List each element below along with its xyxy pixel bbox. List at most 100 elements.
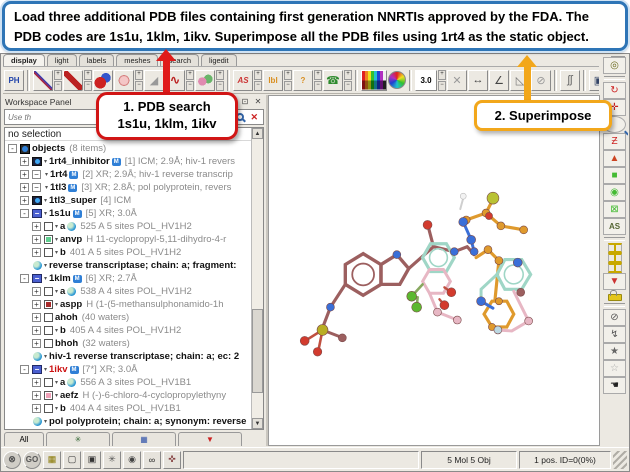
save-button[interactable]: ▣ xyxy=(589,70,599,91)
skin-style-button[interactable] xyxy=(195,70,215,91)
resize-grip[interactable] xyxy=(613,451,627,469)
rotate-icon[interactable]: ↻ xyxy=(603,82,626,99)
tree-item-name[interactable]: bhoh xyxy=(55,338,78,349)
tree-item-name[interactable]: b xyxy=(60,247,66,258)
tree-expander[interactable]: + xyxy=(32,378,41,387)
tree-expander[interactable]: + xyxy=(32,404,41,413)
tree-item-name[interactable]: reverse transcriptase; chain: a; fragmen… xyxy=(49,260,236,271)
dropdown-icon[interactable]: ▾ xyxy=(44,353,47,360)
dropdown-icon[interactable]: ▾ xyxy=(45,171,48,178)
molecule-globe-icon[interactable] xyxy=(33,352,42,361)
visibility-checkbox[interactable] xyxy=(44,300,53,309)
settings-button[interactable]: ✳ xyxy=(103,451,121,469)
workspace-tab-molecules[interactable]: ✳ xyxy=(46,432,110,446)
tree-item-name[interactable]: 1rt4_inhibitor xyxy=(49,156,110,167)
camera-button[interactable]: ◉ xyxy=(123,451,141,469)
fog-icon[interactable]: ▼ xyxy=(603,273,626,290)
dropdown-icon[interactable]: ▾ xyxy=(55,249,58,256)
tree-expander[interactable]: + xyxy=(32,339,41,348)
superimpose-button[interactable]: ʃʃ xyxy=(560,70,580,91)
dropdown-icon[interactable]: ▾ xyxy=(45,184,48,191)
light-icon[interactable]: ▲ xyxy=(603,150,626,167)
tree-expander[interactable]: - xyxy=(20,209,29,218)
tree-item-name[interactable]: 1ikv xyxy=(49,364,68,375)
scroll-up-icon[interactable]: ▲ xyxy=(252,128,263,139)
protonation-button[interactable]: PH xyxy=(4,70,24,91)
select-as-icon[interactable]: AS xyxy=(603,218,626,235)
tree-item-name[interactable]: aefz xyxy=(60,390,78,401)
tree-expander[interactable]: + xyxy=(32,287,41,296)
tab-light[interactable]: light xyxy=(47,54,77,66)
close-icon[interactable]: ✕ xyxy=(253,97,263,107)
objects-icon[interactable] xyxy=(20,144,30,154)
sparkle-icon[interactable]: ★ xyxy=(603,343,626,360)
sphere-style-button[interactable] xyxy=(114,70,134,91)
tree-item-name[interactable]: b xyxy=(60,325,66,336)
dropdown-icon[interactable]: ▾ xyxy=(44,197,47,204)
scroll-down-icon[interactable]: ▼ xyxy=(252,418,263,429)
tree-item-name[interactable]: 1tl3 xyxy=(50,182,66,193)
rotate-z-icon[interactable]: Ƶ xyxy=(603,133,626,150)
clear-search-icon[interactable]: ✕ xyxy=(250,112,258,123)
radius-spinner-spinner[interactable]: +− xyxy=(438,70,446,91)
tree-item-name[interactable]: anvp xyxy=(60,234,82,245)
rock-off-icon[interactable]: ⊘ xyxy=(603,309,626,326)
select-rect-icon[interactable]: ■ xyxy=(603,167,626,184)
dropdown-icon[interactable]: ▾ xyxy=(55,301,58,308)
ball-style-button[interactable] xyxy=(93,70,113,91)
graphics-viewport[interactable] xyxy=(268,95,600,446)
tab-meshes[interactable]: meshes xyxy=(116,54,158,66)
dropdown-icon[interactable]: ▾ xyxy=(44,366,47,373)
tab-display[interactable]: display xyxy=(3,54,45,66)
clear-measure-button[interactable]: ⊘ xyxy=(531,70,551,91)
tree-expander[interactable]: + xyxy=(32,235,41,244)
icm-icon[interactable] xyxy=(32,157,42,166)
visibility-checkbox[interactable] xyxy=(44,287,53,296)
tree-expander[interactable]: + xyxy=(32,300,41,309)
tree-expander[interactable]: + xyxy=(20,170,29,179)
tree-item-name[interactable]: 1s1u xyxy=(49,208,71,219)
tree-expander[interactable]: - xyxy=(20,365,29,374)
tree-expander[interactable]: - xyxy=(8,144,17,153)
workspace-tab-all[interactable]: All xyxy=(4,432,44,446)
clip-slab-icon[interactable] xyxy=(608,263,622,273)
visibility-checkbox[interactable] xyxy=(44,222,53,231)
color-wheel-button[interactable] xyxy=(388,71,406,89)
visibility-checkbox[interactable] xyxy=(44,248,53,257)
window-button[interactable]: ▢ xyxy=(63,451,81,469)
tree-expander[interactable]: + xyxy=(32,326,41,335)
center-view-icon[interactable]: ◎ xyxy=(603,57,626,74)
stick-style-button-spinner[interactable]: +− xyxy=(84,70,92,91)
molecule-globe-icon[interactable] xyxy=(33,417,42,426)
clip-front-icon[interactable] xyxy=(608,243,622,253)
molecule-globe-icon[interactable] xyxy=(33,261,42,270)
pick-hand-icon[interactable]: ☚ xyxy=(603,377,626,394)
tab-labels[interactable]: labels xyxy=(79,54,115,66)
blueminus-icon[interactable]: − xyxy=(32,274,42,283)
sparkle-dim-icon[interactable]: ☆ xyxy=(603,360,626,377)
tree-item-name[interactable]: 1tl3_super xyxy=(49,195,97,206)
tree-item-name[interactable]: pol polyprotein; chain: a; synonym: reve… xyxy=(49,416,246,427)
tree-item-name[interactable]: 1rt4 xyxy=(50,169,67,180)
tree-item-name[interactable]: b xyxy=(60,403,66,414)
radius-spinner[interactable]: 3.0 xyxy=(415,70,437,91)
visibility-checkbox[interactable] xyxy=(44,313,53,322)
surface-style-button[interactable]: ◢ xyxy=(144,70,164,91)
dropdown-icon[interactable]: ▾ xyxy=(55,223,58,230)
visibility-checkbox[interactable] xyxy=(44,235,53,244)
tree-item-name[interactable]: a xyxy=(60,221,65,232)
tree-item-name[interactable]: aspp xyxy=(60,299,82,310)
go-button[interactable]: GO xyxy=(23,451,41,469)
dropdown-icon[interactable]: ▾ xyxy=(55,392,58,399)
tab-ligedit[interactable]: ligedit xyxy=(201,54,237,66)
tree-expander[interactable]: + xyxy=(32,313,41,322)
visibility-checkbox[interactable] xyxy=(44,378,53,387)
rock-z-icon[interactable]: ↯ xyxy=(603,326,626,343)
stop-button[interactable]: ⊗ xyxy=(3,451,21,469)
dropdown-icon[interactable]: ▾ xyxy=(44,418,47,425)
scale-button[interactable]: ✕ xyxy=(447,70,467,91)
dropdown-icon[interactable]: ▾ xyxy=(44,275,47,282)
car-button[interactable]: ∞ xyxy=(143,451,161,469)
scroll-thumb[interactable] xyxy=(252,309,263,393)
workspace-tab-selection[interactable]: ▼ xyxy=(178,432,242,446)
